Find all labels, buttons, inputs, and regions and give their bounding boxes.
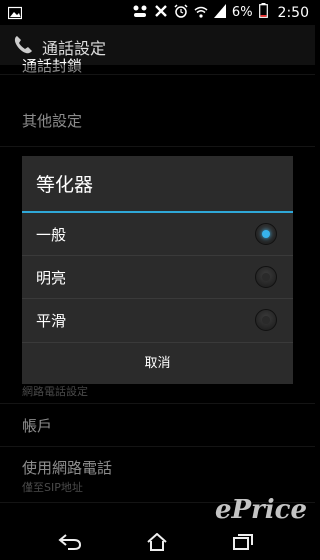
home-icon[interactable] [146, 532, 168, 555]
equalizer-dialog: 等化器 一般 明亮 平滑 取消 [22, 156, 293, 384]
dialog-button-row: 取消 [22, 342, 293, 384]
option-bright[interactable]: 明亮 [22, 256, 293, 299]
option-label: 一般 [36, 226, 67, 244]
wifi-icon [194, 3, 208, 22]
radio-button[interactable] [255, 309, 277, 331]
radio-button[interactable] [255, 266, 277, 288]
bbm-icon [132, 3, 148, 22]
cancel-button[interactable]: 取消 [22, 343, 293, 385]
status-bar: 6% 2:50 [0, 0, 315, 25]
alarm-icon [174, 3, 188, 22]
radio-button-selected[interactable] [255, 223, 277, 245]
clock: 2:50 [277, 4, 309, 21]
x-icon [154, 3, 168, 22]
battery-percent: 6% [231, 5, 253, 20]
image-icon [7, 5, 23, 24]
dialog-title: 等化器 [36, 174, 94, 196]
option-smooth[interactable]: 平滑 [22, 299, 293, 342]
back-icon[interactable] [58, 533, 82, 555]
option-label: 明亮 [36, 269, 67, 287]
option-normal[interactable]: 一般 [22, 213, 293, 256]
signal-icon [213, 3, 226, 22]
battery-icon [258, 3, 268, 22]
recent-apps-icon[interactable] [232, 533, 254, 555]
option-label: 平滑 [36, 312, 67, 330]
watermark-logo: ePrice [214, 495, 307, 525]
navigation-bar [0, 525, 315, 560]
